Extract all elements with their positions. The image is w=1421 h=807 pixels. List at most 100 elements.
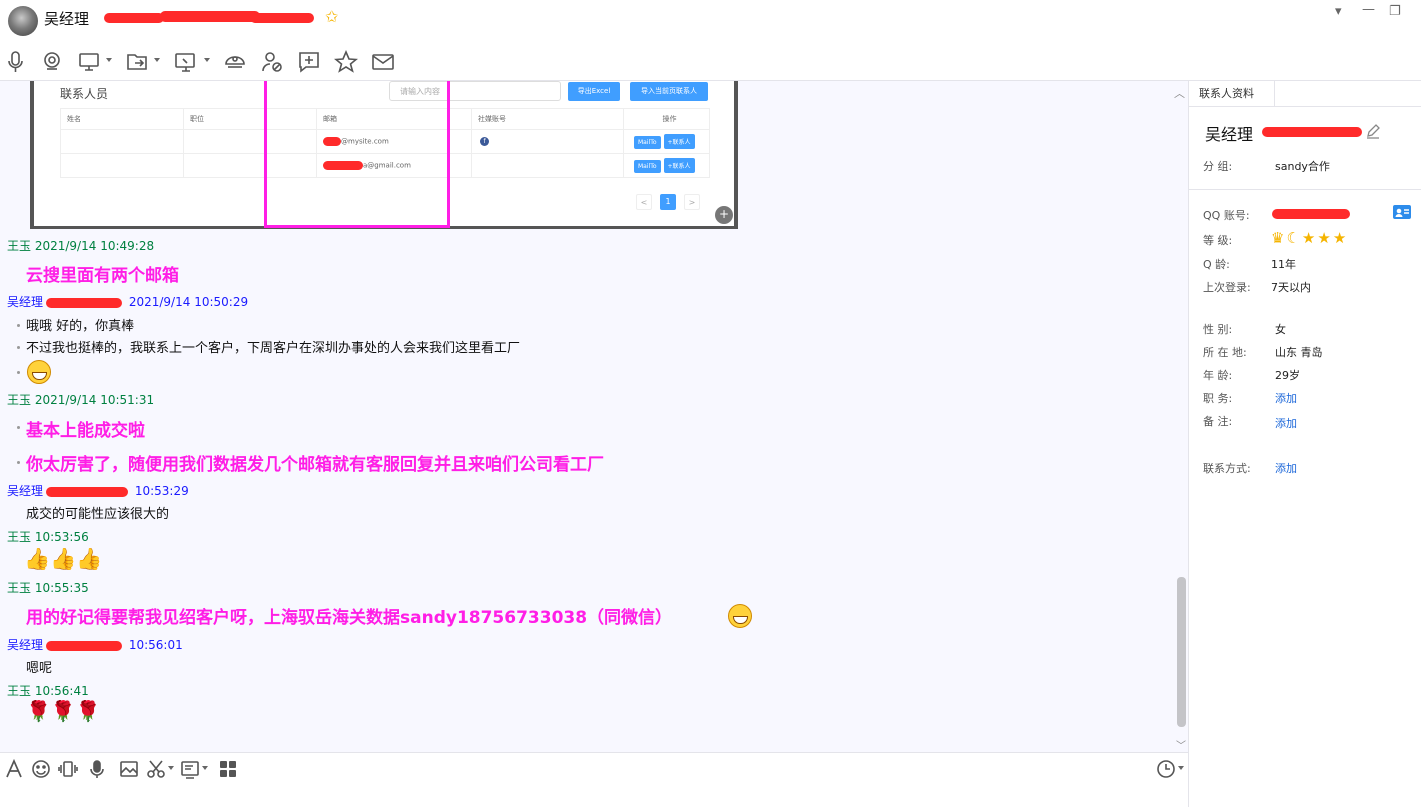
add-comment-icon[interactable] bbox=[297, 50, 321, 74]
col-actions: 操作 bbox=[623, 108, 710, 130]
message-header: 吴经理 2021/9/14 10:50:29 bbox=[7, 293, 248, 310]
caret-icon[interactable] bbox=[168, 766, 174, 770]
image-icon[interactable] bbox=[119, 759, 139, 779]
mail-icon[interactable] bbox=[371, 50, 395, 74]
gender-value: 女 bbox=[1275, 323, 1286, 336]
highlight-box bbox=[264, 81, 450, 228]
message-text: 基本上能成交啦 bbox=[26, 421, 145, 441]
sender-name: 王玉 bbox=[7, 239, 32, 253]
sender-name: 吴经理 bbox=[7, 638, 44, 652]
file-card-icon[interactable] bbox=[180, 759, 200, 779]
import-contacts-button: 导入当前页联系人 bbox=[630, 82, 708, 101]
chat-history[interactable]: 联系人员 请输入内容 导出Excel 导入当前页联系人 姓名 职位 邮箱 社媒账… bbox=[0, 80, 1188, 752]
level-badges: ♛ ☾ ★ ★ ★ bbox=[1271, 229, 1348, 247]
favorite-icon[interactable] bbox=[334, 50, 358, 74]
remote-desktop-icon[interactable] bbox=[174, 50, 198, 74]
vip-star-icon: ✩ bbox=[325, 7, 339, 26]
gender-label: 性 别: bbox=[1203, 323, 1233, 336]
caret-icon[interactable] bbox=[204, 58, 210, 62]
message-text: 你太厉害了，随便用我们数据发几个邮箱就有客服回复并且来咱们公司看工厂 bbox=[26, 455, 604, 475]
chevron-up-icon[interactable]: ︿ bbox=[1174, 85, 1185, 101]
caret-icon[interactable] bbox=[154, 58, 160, 62]
caret-icon[interactable] bbox=[106, 58, 112, 62]
age-value: 29岁 bbox=[1275, 369, 1300, 382]
col-social: 社媒账号 bbox=[471, 108, 624, 130]
dropdown-icon[interactable]: ▾ bbox=[1335, 4, 1342, 19]
screenshot-scissors-icon[interactable] bbox=[146, 759, 166, 779]
message-time: 10:56:41 bbox=[34, 684, 89, 698]
last-login-value: 7天以内 bbox=[1271, 281, 1311, 294]
contact-method-label: 联系方式: bbox=[1203, 462, 1251, 475]
caret-icon[interactable] bbox=[202, 766, 208, 770]
edit-pencil-icon[interactable] bbox=[1365, 123, 1381, 139]
redaction-mark bbox=[46, 486, 129, 497]
rose-emoji-icon: 🌹🌹🌹 bbox=[26, 699, 101, 723]
redaction-mark bbox=[46, 297, 123, 308]
caret-icon[interactable] bbox=[1178, 766, 1184, 770]
age-label: 年 龄: bbox=[1203, 369, 1233, 382]
embed-title: 联系人员 bbox=[60, 87, 109, 101]
history-clock-icon[interactable] bbox=[1156, 759, 1176, 779]
message-time: 2021/9/14 10:50:29 bbox=[128, 295, 249, 309]
apps-grid-icon[interactable] bbox=[218, 759, 238, 779]
add-contact-button: +联系人 bbox=[663, 158, 695, 173]
crown-icon: ♛ bbox=[1271, 229, 1285, 247]
mailto-button: MailTo bbox=[634, 160, 661, 173]
tab-contact-profile[interactable]: 联系人资料 bbox=[1189, 81, 1275, 107]
note-add-link[interactable]: 添加 bbox=[1275, 415, 1297, 431]
divider bbox=[1189, 189, 1421, 190]
sender-name: 王玉 bbox=[7, 530, 32, 544]
sender-name: 王玉 bbox=[7, 581, 32, 595]
shared-screenshot-image[interactable]: 联系人员 请输入内容 导出Excel 导入当前页联系人 姓名 职位 邮箱 社媒账… bbox=[30, 81, 738, 229]
chevron-down-icon[interactable]: ﹀ bbox=[1176, 737, 1186, 752]
sender-name: 吴经理 bbox=[7, 295, 44, 309]
job-label: 职 务: bbox=[1203, 392, 1233, 405]
minimize-button[interactable]: — bbox=[1362, 2, 1375, 17]
video-icon[interactable] bbox=[40, 50, 64, 74]
message-header: 吴经理 10:56:01 bbox=[7, 636, 183, 653]
level-label: 等 级: bbox=[1203, 234, 1233, 247]
qq-label: QQ 账号: bbox=[1203, 209, 1250, 222]
scrollbar-thumb[interactable] bbox=[1177, 577, 1186, 727]
contact-method-add-link[interactable]: 添加 bbox=[1275, 460, 1297, 476]
star-icon: ★ bbox=[1332, 229, 1347, 247]
bullet bbox=[17, 324, 20, 327]
screen-share-icon[interactable] bbox=[78, 50, 102, 74]
message-time: 10:53:56 bbox=[34, 530, 89, 544]
grin-emoji-icon bbox=[728, 604, 752, 628]
grin-emoji-icon bbox=[27, 360, 51, 384]
message-header: 王玉 2021/9/14 10:51:31 bbox=[7, 391, 154, 408]
qq-age-label: Q 龄: bbox=[1203, 258, 1230, 271]
message-text: 嗯呢 bbox=[26, 661, 53, 676]
app-icon[interactable] bbox=[223, 50, 247, 74]
contact-card-icon[interactable] bbox=[1393, 205, 1411, 219]
title-bar: 吴经理 ✩ ▾ — ❐ bbox=[0, 0, 1421, 36]
avatar[interactable] bbox=[8, 6, 38, 36]
redaction-mark bbox=[46, 640, 123, 651]
vibrate-icon[interactable] bbox=[58, 759, 78, 779]
microphone-icon[interactable] bbox=[4, 50, 28, 74]
message-text: 成交的可能性应该很大的 bbox=[26, 507, 170, 522]
emoji-icon[interactable] bbox=[31, 759, 51, 779]
job-add-link[interactable]: 添加 bbox=[1275, 390, 1297, 406]
bullet bbox=[17, 346, 20, 349]
message-time: 10:56:01 bbox=[128, 638, 183, 652]
chat-toolbar bbox=[0, 44, 1421, 80]
file-transfer-icon[interactable] bbox=[126, 50, 150, 74]
contact-profile-panel: 联系人资料 吴经理 分 组: sandy合作 QQ 账号: 等 级: ♛ ☾ ★ ★ ★… bbox=[1188, 80, 1421, 807]
font-icon[interactable] bbox=[4, 759, 24, 779]
message-header: 王玉 10:56:41 bbox=[7, 682, 89, 699]
message-time: 2021/9/14 10:51:31 bbox=[34, 393, 155, 407]
remove-contact-icon[interactable] bbox=[260, 50, 284, 74]
message-header: 王玉 2021/9/14 10:49:28 bbox=[7, 237, 154, 254]
voice-message-icon[interactable] bbox=[87, 759, 107, 779]
restore-button[interactable]: ❐ bbox=[1389, 4, 1401, 19]
sender-name: 王玉 bbox=[7, 684, 32, 698]
message-header: 王玉 10:55:35 bbox=[7, 579, 89, 596]
message-time: 2021/9/14 10:49:28 bbox=[34, 239, 155, 253]
last-login-label: 上次登录: bbox=[1203, 281, 1251, 294]
sender-name: 吴经理 bbox=[7, 484, 44, 498]
zoom-in-icon[interactable]: + bbox=[715, 206, 733, 224]
add-contact-button: +联系人 bbox=[663, 134, 695, 149]
star-icon: ★ bbox=[1301, 229, 1316, 247]
